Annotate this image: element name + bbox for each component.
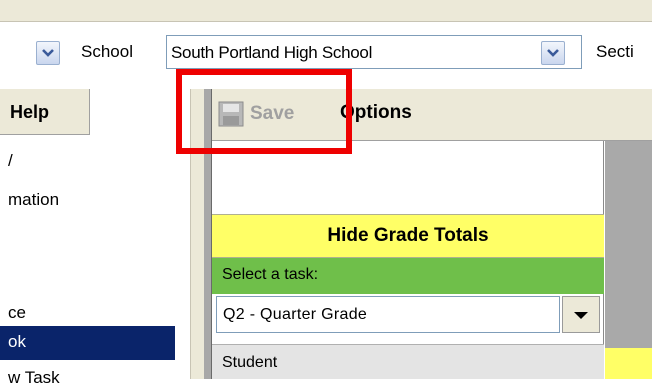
task-select[interactable]: Q2 - Quarter Grade: [216, 296, 560, 333]
nav-item[interactable]: w Task: [0, 368, 175, 388]
chevron-down-icon: [547, 49, 559, 57]
previous-filter-dropdown-button[interactable]: [36, 41, 60, 65]
triangle-down-icon: [574, 311, 588, 319]
nav-item-gradebook-selected[interactable]: ok: [0, 326, 175, 360]
grid-area: [605, 141, 652, 379]
nav-item[interactable]: mation: [0, 190, 175, 210]
window-top-strip: [0, 0, 652, 22]
school-select[interactable]: South Portland High School: [166, 35, 582, 69]
task-prompt-label: Select a task:: [222, 266, 319, 283]
school-label: School: [81, 42, 133, 61]
student-column-header[interactable]: Student: [212, 344, 604, 379]
task-select-value: Q2 - Quarter Grade: [223, 306, 368, 323]
grid-header-cell: [605, 348, 652, 379]
chevron-down-icon: [42, 49, 54, 57]
student-header-label: Student: [222, 354, 278, 371]
school-select-value: South Portland High School: [171, 43, 373, 62]
help-menu-label: Help: [10, 102, 50, 122]
help-menu-tab[interactable]: Help: [0, 89, 90, 135]
section-label: Secti: [596, 42, 634, 61]
nav-item[interactable]: /: [0, 151, 175, 171]
highlight-box: [176, 69, 352, 154]
school-dropdown-button[interactable]: [541, 41, 565, 65]
task-section-header: Select a task:: [212, 258, 604, 294]
hide-grade-totals-button[interactable]: Hide Grade Totals: [212, 214, 604, 258]
left-nav-panel: / mation ce ok w Task: [0, 135, 175, 387]
task-dropdown-button[interactable]: [562, 296, 600, 333]
nav-item[interactable]: ce: [0, 303, 175, 323]
